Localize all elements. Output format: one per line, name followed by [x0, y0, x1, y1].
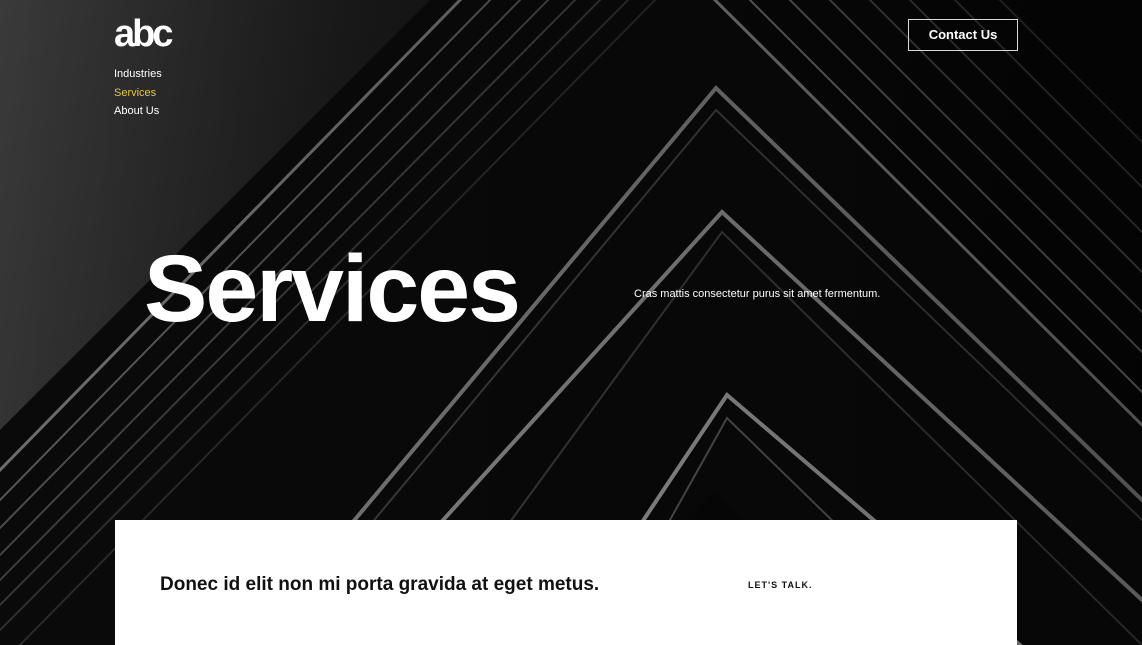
brand-logo[interactable]: abc [114, 12, 174, 56]
nav-item-industries[interactable]: Industries [114, 65, 162, 84]
nav-item-services[interactable]: Services [114, 84, 162, 103]
contact-us-button[interactable]: Contact Us [908, 19, 1018, 51]
primary-nav: Industries Services About Us [114, 65, 162, 121]
card-heading: Donec id elit non mi porta gravida at eg… [160, 574, 600, 595]
nav-item-about-us[interactable]: About Us [114, 102, 162, 121]
hero-subtitle: Cras mattis consectetur purus sit amet f… [634, 288, 881, 300]
intro-card: Donec id elit non mi porta gravida at eg… [115, 520, 1017, 645]
page-title: Services [144, 236, 521, 342]
lets-talk-link[interactable]: LET'S TALK. [748, 578, 812, 592]
